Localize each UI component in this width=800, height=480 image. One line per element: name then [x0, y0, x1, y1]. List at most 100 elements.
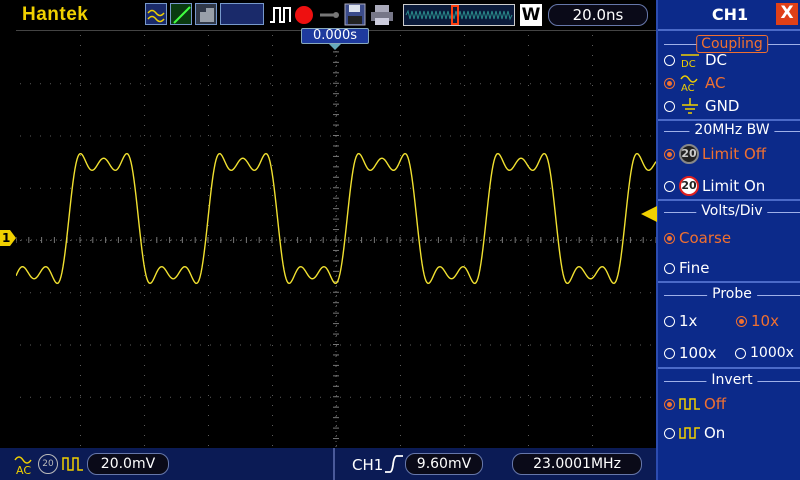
probe-option-1x[interactable]: 1x: [664, 310, 697, 332]
grid-dot: [380, 83, 381, 85]
timebase-readout[interactable]: 20.0ns: [548, 4, 648, 26]
memory-position-bar[interactable]: [403, 4, 515, 26]
grid-dot: [130, 135, 131, 137]
grid-dot: [464, 315, 465, 316]
grid-dot: [500, 187, 501, 189]
grid-dot: [528, 385, 529, 386]
grid-dot: [440, 396, 441, 398]
persist-icon[interactable]: [195, 3, 217, 25]
print-icon[interactable]: [370, 4, 394, 26]
grid-dot: [336, 445, 337, 446]
grid-dot: [528, 375, 529, 376]
grid-dot: [110, 240, 111, 241]
grid-dot: [272, 75, 273, 76]
grid-dot: [110, 83, 111, 85]
grid-dot: [592, 35, 593, 36]
waveform-icon[interactable]: [145, 3, 167, 25]
save-icon[interactable]: [344, 3, 366, 26]
grid-dot: [528, 305, 529, 306]
grid-dot: [300, 396, 301, 398]
bw-option-limit-off[interactable]: 20 Limit Off: [664, 143, 766, 165]
grid-dot: [80, 55, 81, 56]
grid-dot: [550, 292, 551, 294]
invert-option-on[interactable]: On: [664, 422, 725, 444]
grid-dot: [464, 255, 465, 256]
close-icon[interactable]: X: [776, 3, 798, 25]
grid-dot: [460, 240, 461, 241]
grid-dot: [80, 375, 81, 376]
grid-dot: [208, 125, 209, 126]
coupling-option-gnd[interactable]: GND: [664, 95, 739, 117]
grid-dot: [272, 235, 273, 236]
grid-dot: [208, 55, 209, 56]
probe-option-100x[interactable]: 100x: [664, 342, 717, 364]
trigger-position-marker-icon[interactable]: [329, 44, 341, 50]
grid-dot: [290, 292, 291, 294]
volts-option-coarse[interactable]: Coarse: [664, 227, 731, 249]
radio-selected-icon: [664, 148, 675, 160]
grid-dot: [40, 396, 41, 398]
record-stop-icon[interactable]: [295, 6, 313, 24]
volts-coarse-label: Coarse: [679, 229, 732, 247]
ch1-volts-div-readout[interactable]: 20.0mV: [87, 453, 169, 475]
grid-dot: [464, 55, 465, 56]
grid-dot: [208, 225, 209, 226]
grid-dot: [360, 83, 361, 85]
grid-dot: [110, 396, 111, 398]
trigger-level-readout[interactable]: 9.60mV: [405, 453, 483, 475]
blank-indicator: [220, 3, 264, 25]
ch1-ground-marker[interactable]: 1: [0, 230, 16, 246]
grid-dot: [240, 187, 241, 189]
grid-dot: [80, 445, 81, 446]
grid-dot: [290, 240, 291, 241]
inverted-pulse-icon: [679, 425, 701, 441]
coupling-option-ac[interactable]: AC AC: [664, 72, 725, 94]
grid-dot: [400, 405, 401, 406]
grid-dot: [400, 187, 401, 189]
grid-dot: [528, 195, 529, 196]
invert-option-off[interactable]: Off: [664, 393, 726, 415]
run-trigger-icon[interactable]: [268, 4, 294, 26]
grid-dot: [440, 240, 441, 241]
grid-dot: [80, 95, 81, 96]
grid-dot: [80, 145, 81, 146]
grid-dot: [650, 344, 651, 346]
slope-icon[interactable]: [170, 3, 192, 25]
grid-dot: [50, 240, 51, 241]
grid-dot: [380, 396, 381, 398]
grid-dot: [630, 344, 631, 346]
grid-dot: [230, 83, 231, 85]
grid-dot: [360, 396, 361, 398]
grid-dot: [330, 187, 331, 189]
grid-dot: [208, 185, 209, 186]
coupling-option-dc[interactable]: DC DC: [664, 49, 727, 71]
grid-dot: [208, 285, 209, 286]
grid-dot: [80, 365, 81, 366]
waveform-display[interactable]: [15, 30, 657, 450]
probe-title: Probe: [707, 286, 757, 302]
grid-dot: [380, 187, 381, 189]
grid-dot: [250, 292, 251, 294]
grid-dot: [100, 83, 101, 85]
probe-option-10x[interactable]: 10x: [736, 310, 779, 332]
grid-dot: [80, 295, 81, 296]
key-icon[interactable]: [318, 6, 340, 24]
trigger-level-marker-icon[interactable]: [641, 206, 657, 222]
grid-dot: [592, 155, 593, 156]
grid-dot: [120, 83, 121, 85]
probe-option-1000x[interactable]: 1000x: [735, 342, 794, 364]
volts-option-fine[interactable]: Fine: [664, 257, 709, 279]
grid-dot: [280, 83, 281, 85]
grid-dot: [320, 83, 321, 85]
grid-dot: [464, 85, 465, 86]
grid-dot: [400, 415, 401, 416]
grid-dot: [430, 292, 431, 294]
grid-dot: [580, 83, 581, 85]
grid-dot: [336, 195, 337, 196]
grid-dot: [592, 405, 593, 406]
grid-dot: [560, 396, 561, 398]
bw-option-limit-on[interactable]: 20 Limit On: [664, 175, 765, 197]
grid-dot: [336, 305, 337, 306]
window-button[interactable]: W: [520, 4, 542, 26]
grid-dot: [310, 187, 311, 189]
